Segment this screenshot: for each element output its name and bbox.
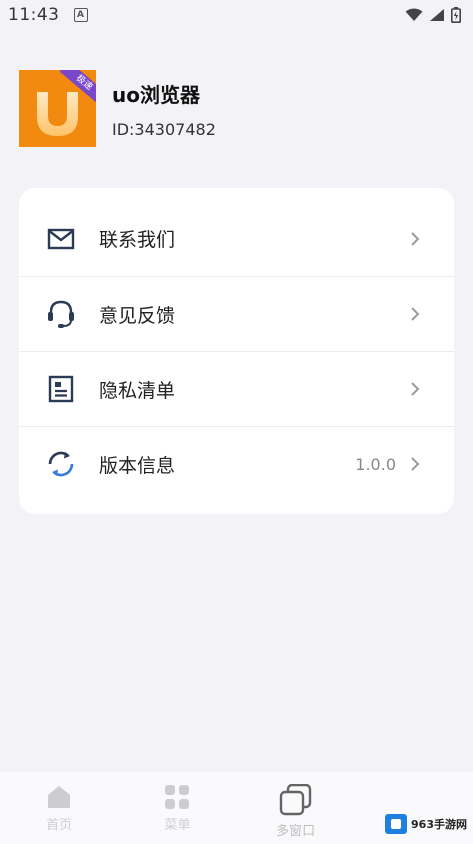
chevron-right-icon [408,382,422,396]
signal-icon [430,9,444,21]
version-value: 1.0.0 [355,454,396,474]
status-time: 11:43 [8,5,60,25]
chevron-right-icon [408,307,422,321]
chevron-right-icon [408,457,422,471]
bottom-nav: 首页 菜单 多窗口 我的 963手游网 [0,772,473,844]
menu-item-version-info[interactable]: 版本信息 1.0.0 [19,426,454,501]
nav-item-home[interactable]: 首页 [0,772,118,844]
menu-item-label: 联系我们 [99,229,176,251]
menu-item-label: 版本信息 [99,454,176,477]
notification-a-icon: A [73,8,88,22]
status-bar: 11:43 A [0,0,473,30]
chevron-right-icon [408,231,422,246]
nav-item-menu[interactable]: 菜单 [118,772,236,844]
nav-label: 首页 [46,818,73,833]
profile-header: 极速 uo浏览器 ID:34307482 [19,70,216,147]
watermark-text: 963手游网 [411,818,467,831]
nav-label: 多窗口 [276,824,316,839]
refresh-icon [46,449,76,479]
watermark: 963手游网 [385,814,467,834]
wifi-icon [405,8,423,21]
app-logo: 极速 [19,70,96,147]
settings-menu-card: 联系我们 意见反馈 隐私清单 版本信息 1.0.0 [19,188,454,514]
menu-item-privacy-list[interactable]: 隐私清单 [19,351,454,426]
menu-item-label: 隐私清单 [99,379,176,402]
windows-icon [279,784,311,816]
nav-label: 菜单 [164,818,191,833]
mail-icon [46,224,76,254]
app-name: uo浏览器 [112,82,200,107]
watermark-logo-icon [385,814,408,834]
user-id: ID:34307482 [112,119,216,139]
menu-item-contact-us[interactable]: 联系我们 [19,201,454,276]
home-icon [48,786,71,808]
menu-item-label: 意见反馈 [99,304,176,327]
headset-icon [46,299,76,329]
battery-icon [451,7,461,23]
document-icon [46,374,76,404]
menu-item-feedback[interactable]: 意见反馈 [19,276,454,351]
grid-icon [165,785,190,809]
nav-item-windows[interactable]: 多窗口 [237,772,355,844]
